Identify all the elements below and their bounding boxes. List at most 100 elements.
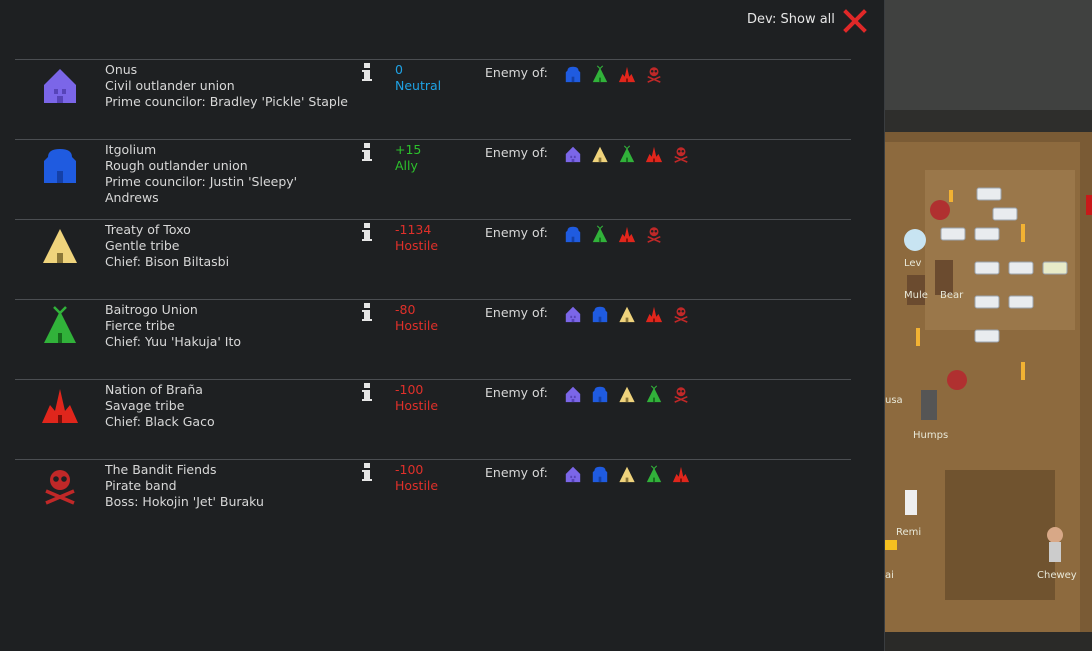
relation-status: Hostile (395, 478, 439, 493)
pirate-icon[interactable] (645, 65, 663, 83)
faction-leader: Boss: Hokojin 'Jet' Buraku (105, 494, 264, 509)
faction-type: Civil outlander union (105, 78, 235, 93)
info-icon[interactable] (360, 62, 374, 82)
enemy-of-label: Enemy of: (485, 65, 548, 80)
info-icon[interactable] (360, 382, 374, 402)
faction-row: Onus Civil outlander union Prime councilor… (15, 59, 851, 139)
pirate-icon[interactable] (672, 385, 690, 403)
faction-info-text: Itgolium Rough outlander union Prime counc… (105, 142, 360, 206)
dev-show-all-toggle[interactable]: Dev: Show all (747, 12, 835, 27)
pawn-label[interactable]: Remi (896, 527, 921, 538)
tribe-fierce-icon[interactable] (645, 385, 663, 403)
tribe-savage-icon[interactable] (645, 145, 663, 163)
game-map-view[interactable]: Lev Mule Bear usa Humps Remi ai Chewey (885, 0, 1092, 651)
outlander-civil-icon[interactable] (564, 465, 582, 483)
pawn-label[interactable]: Bear (940, 290, 963, 301)
tribe-fierce-icon (44, 306, 76, 343)
goodwill-block: -100 Hostile (395, 382, 438, 414)
outlander-rough-icon[interactable] (591, 465, 609, 483)
faction-row: Treaty of Toxo Gentle tribe Chief: Bison B… (15, 219, 851, 299)
tribe-savage-icon[interactable] (618, 225, 636, 243)
goodwill-block: +15 Ally (395, 142, 421, 174)
relation-status: Hostile (395, 318, 439, 333)
enemy-of-label: Enemy of: (485, 225, 548, 240)
info-icon[interactable] (360, 462, 374, 482)
faction-type: Rough outlander union (105, 158, 248, 173)
outlander-civil-icon (44, 69, 76, 103)
goodwill-value: -100 (395, 462, 424, 477)
row-separator (15, 379, 851, 380)
goodwill-value: 0 (395, 62, 403, 77)
faction-name: Nation of Braña (105, 382, 203, 397)
outlander-rough-icon[interactable] (564, 65, 582, 83)
faction-name: Onus (105, 62, 138, 77)
faction-leader: Chief: Bison Biltasbi (105, 254, 230, 269)
tribe-fierce-icon[interactable] (591, 225, 609, 243)
faction-type: Gentle tribe (105, 238, 180, 253)
tribe-savage-icon[interactable] (645, 305, 663, 323)
faction-name: Treaty of Toxo (105, 222, 191, 237)
pirate-icon[interactable] (645, 225, 663, 243)
tribe-fierce-icon[interactable] (645, 465, 663, 483)
tribe-savage-icon[interactable] (618, 65, 636, 83)
info-icon[interactable] (360, 222, 374, 242)
faction-leader: Chief: Yuu 'Hakuja' Ito (105, 334, 242, 349)
faction-row: Itgolium Rough outlander union Prime counc… (15, 139, 851, 219)
pawn-label[interactable]: Humps (913, 430, 948, 441)
relation-status: Neutral (395, 78, 442, 93)
faction-name: The Bandit Fiends (105, 462, 217, 477)
goodwill-block: 0 Neutral (395, 62, 441, 94)
pirate-icon (45, 470, 75, 505)
tribe-gentle-icon[interactable] (618, 385, 636, 403)
pirate-icon[interactable] (672, 305, 690, 323)
pawn-label[interactable]: ai (885, 570, 894, 581)
outlander-rough-icon[interactable] (591, 305, 609, 323)
faction-row: Nation of Braña Savage tribe Chief: Black … (15, 379, 851, 459)
pawn-label[interactable]: Lev (904, 258, 921, 269)
faction-name: Baitrogo Union (105, 302, 198, 317)
outlander-civil-icon[interactable] (564, 305, 582, 323)
enemy-of-label: Enemy of: (485, 385, 548, 400)
faction-info-text: Nation of Braña Savage tribe Chief: Black … (105, 382, 360, 430)
faction-type: Savage tribe (105, 398, 185, 413)
row-separator (15, 59, 851, 60)
row-separator (15, 299, 851, 300)
tribe-fierce-icon[interactable] (591, 65, 609, 83)
tribe-savage-icon[interactable] (672, 465, 690, 483)
row-separator (15, 139, 851, 140)
tribe-gentle-icon[interactable] (591, 145, 609, 163)
relation-status: Hostile (395, 238, 439, 253)
enemy-of-label: Enemy of: (485, 145, 548, 160)
tribe-gentle-icon (43, 229, 77, 263)
pawn-label[interactable]: Chewey (1037, 570, 1077, 581)
outlander-rough-icon[interactable] (564, 225, 582, 243)
info-icon[interactable] (360, 302, 374, 322)
outlander-rough-icon[interactable] (591, 385, 609, 403)
close-x-icon[interactable] (842, 8, 868, 34)
enemy-of-label: Enemy of: (485, 305, 548, 320)
tribe-savage-icon (42, 389, 78, 423)
tribe-gentle-icon[interactable] (618, 305, 636, 323)
outlander-rough-icon (44, 149, 76, 183)
faction-leader-cont: Andrews (105, 190, 159, 205)
faction-info-text: Onus Civil outlander union Prime councilor… (105, 62, 360, 110)
faction-info-text: Baitrogo Union Fierce tribe Chief: Yuu 'Ha… (105, 302, 360, 350)
outlander-civil-icon[interactable] (564, 145, 582, 163)
faction-type: Fierce tribe (105, 318, 175, 333)
faction-leader: Chief: Black Gaco (105, 414, 215, 429)
pawn-label[interactable]: usa (885, 395, 903, 406)
row-separator (15, 219, 851, 220)
info-icon[interactable] (360, 142, 374, 162)
goodwill-block: -1134 Hostile (395, 222, 438, 254)
outlander-civil-icon[interactable] (564, 385, 582, 403)
faction-type: Pirate band (105, 478, 177, 493)
pirate-icon[interactable] (672, 145, 690, 163)
tribe-fierce-icon[interactable] (618, 145, 636, 163)
faction-row: Baitrogo Union Fierce tribe Chief: Yuu 'Ha… (15, 299, 851, 379)
pawn-label[interactable]: Mule (904, 290, 928, 301)
relation-status: Ally (395, 158, 418, 173)
map-terrain (885, 0, 1092, 651)
faction-info-text: Treaty of Toxo Gentle tribe Chief: Bison B… (105, 222, 360, 270)
goodwill-value: -80 (395, 302, 416, 317)
tribe-gentle-icon[interactable] (618, 465, 636, 483)
